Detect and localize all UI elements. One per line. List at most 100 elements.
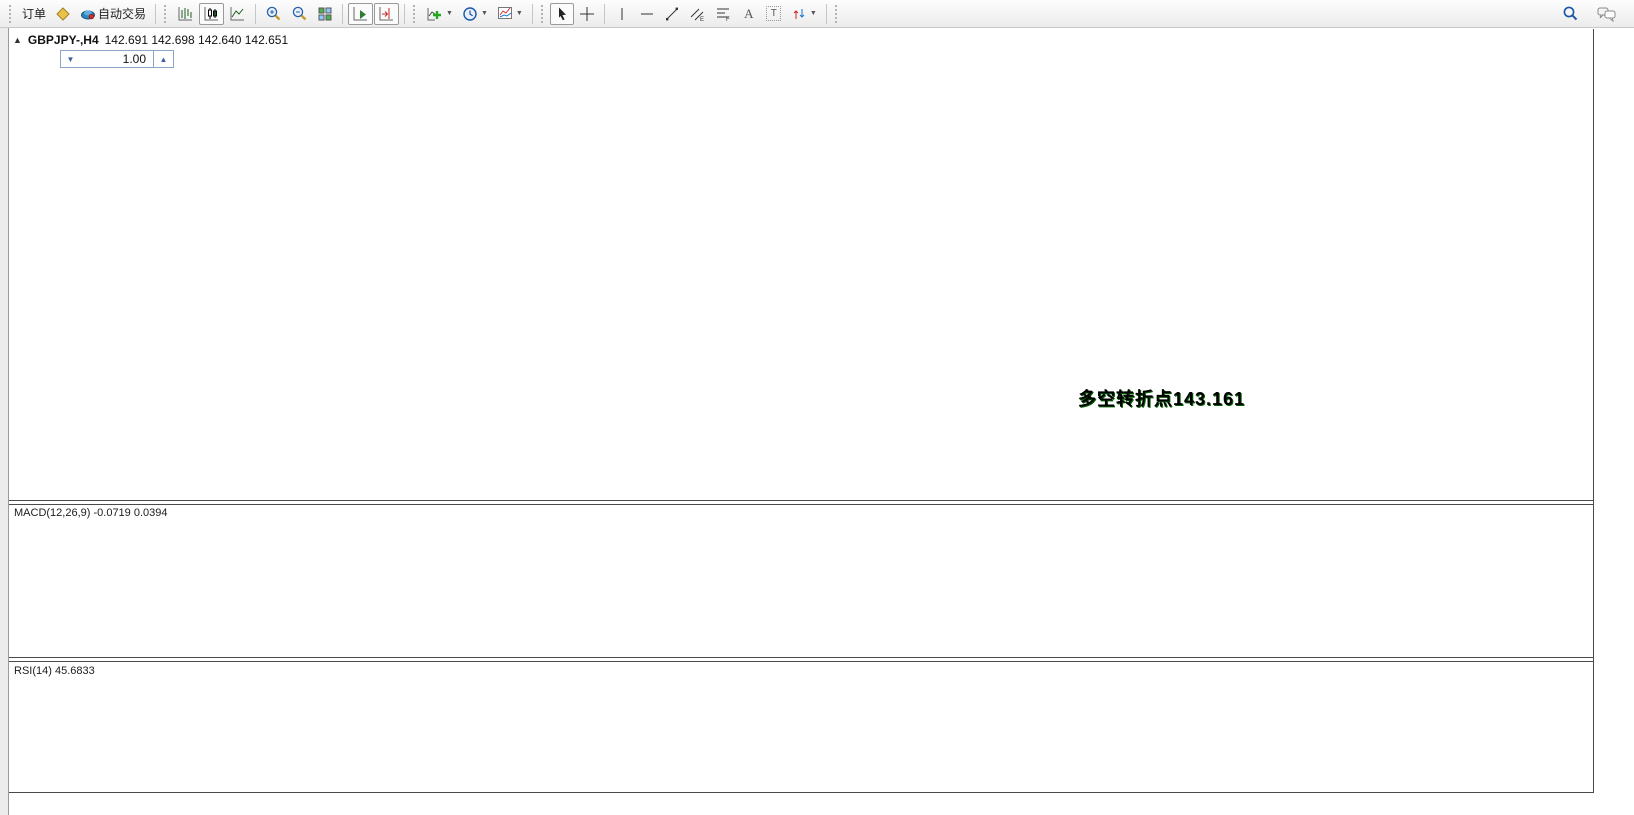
tile-windows-button[interactable] (313, 3, 337, 25)
sell-price-big: 65 (41, 77, 71, 102)
macd-indicator-label: MACD(12,26,9) -0.0719 0.0394 (14, 507, 168, 519)
crosshair-button[interactable] (575, 3, 599, 25)
template-icon (497, 6, 513, 21)
sell-price-display[interactable]: 142 65 1 (10, 72, 117, 102)
arrows-icon (791, 6, 807, 22)
macd-title: MACD(12,26,9) (14, 507, 90, 519)
buy-price-big: 71 (153, 77, 183, 102)
chart-annotation-text[interactable]: 多空转折点143.161 (1078, 385, 1245, 411)
time-axis-border (9, 792, 1594, 793)
arrows-button[interactable]: ▼ (787, 3, 821, 25)
bar-chart-button[interactable] (173, 3, 198, 25)
toolbar-grip[interactable] (541, 5, 546, 23)
pane-separator[interactable] (9, 504, 1594, 505)
sell-price-sup: 1 (71, 78, 78, 93)
pane-separator[interactable] (9, 657, 1594, 658)
chevron-down-icon: ▼ (810, 10, 817, 17)
ohlc-values: 142.691 142.698 142.640 142.651 (105, 33, 289, 47)
volume-input[interactable]: 1.00 (80, 50, 154, 68)
chart-shift-button[interactable] (374, 3, 399, 25)
toolbar-right-group (1558, 3, 1628, 25)
buy-price-display[interactable]: 142 71 0 (122, 72, 229, 102)
templates-button[interactable]: ▼ (493, 3, 527, 25)
buy-price-sup: 0 (183, 78, 190, 93)
autotrading-label: 自动交易 (98, 5, 146, 22)
chevron-down-icon: ▼ (446, 10, 453, 17)
trendline-button[interactable] (660, 3, 684, 25)
trade-panel-collapse-arrow[interactable]: ▲ (13, 35, 22, 45)
fibonacci-icon: F (715, 6, 732, 22)
chart-shift-icon (378, 6, 395, 22)
order-button-label: 订单 (22, 5, 46, 22)
order-button[interactable]: 订单 (18, 3, 50, 25)
chart-header: ▲ GBPJPY-,H4 142.691 142.698 142.640 142… (13, 33, 288, 47)
vertical-line-icon (615, 6, 629, 22)
equidistant-channel-button[interactable]: E (685, 3, 710, 25)
line-chart-icon (229, 6, 246, 22)
tile-windows-icon (317, 6, 333, 22)
rsi-pane-canvas[interactable] (10, 662, 1593, 792)
zoom-in-icon (265, 5, 282, 22)
macd-pane-canvas[interactable] (10, 505, 1593, 656)
buy-button[interactable]: BUY (178, 50, 222, 68)
candlestick-chart-button[interactable] (199, 3, 224, 25)
auto-scroll-button[interactable] (348, 3, 373, 25)
toolbar-grip[interactable] (164, 5, 169, 23)
toolbar-grip[interactable] (413, 5, 418, 23)
volume-increase-button[interactable]: ▲ (153, 50, 174, 68)
line-chart-button[interactable] (225, 3, 250, 25)
main-chart-canvas[interactable] (10, 29, 1593, 500)
toolbar-separator (155, 4, 156, 24)
auto-scroll-icon (352, 6, 369, 22)
toolbar-grip[interactable] (9, 5, 14, 23)
trendline-icon (664, 6, 680, 22)
rsi-title: RSI(14) (14, 665, 52, 677)
autotrading-button[interactable]: 自动交易 (76, 3, 150, 25)
metaeditor-icon[interactable] (51, 3, 75, 25)
bar-chart-icon (177, 6, 194, 22)
zoom-out-icon (291, 5, 308, 22)
text-button[interactable]: A (737, 3, 761, 25)
pane-separator[interactable] (9, 661, 1594, 662)
add-indicator-icon (426, 6, 443, 22)
toolbar-separator (255, 4, 256, 24)
autotrading-hat-icon (80, 6, 96, 22)
periods-button[interactable]: ▼ (458, 3, 492, 25)
search-button[interactable] (1558, 3, 1583, 25)
sell-price-small: 142 (19, 85, 41, 102)
toolbar-separator (404, 4, 405, 24)
chevron-down-icon: ▼ (516, 10, 523, 17)
cursor-arrow-icon (554, 6, 570, 22)
vertical-line-button[interactable] (610, 3, 634, 25)
text-label-button[interactable]: T (762, 3, 786, 25)
search-icon (1562, 5, 1579, 22)
text-a-icon: A (744, 6, 753, 22)
zoom-in-button[interactable] (261, 3, 286, 25)
svg-text:F: F (726, 17, 730, 22)
toolbar-grip[interactable] (835, 5, 840, 23)
candlestick-chart-icon (203, 6, 220, 22)
macd-main-value: -0.0719 (93, 507, 130, 519)
gold-diamond-icon (55, 6, 71, 22)
price-axis-line (1593, 29, 1594, 792)
symbol-period-label: GBPJPY-,H4 (28, 33, 99, 47)
window-left-edge (0, 28, 9, 815)
chat-button[interactable] (1593, 3, 1620, 25)
horizontal-line-button[interactable] (635, 3, 659, 25)
pane-separator[interactable] (9, 500, 1594, 501)
crosshair-icon (579, 6, 595, 22)
buy-price-small: 142 (131, 85, 153, 102)
chevron-down-icon: ▼ (481, 10, 488, 17)
volume-decrease-button[interactable]: ▼ (60, 50, 81, 68)
svg-text:E: E (700, 17, 704, 22)
fibonacci-button[interactable]: F (711, 3, 736, 25)
sell-button[interactable]: SELL (10, 50, 54, 68)
cursor-button[interactable] (550, 3, 574, 25)
triangle-up-icon: ▲ (160, 55, 168, 64)
zoom-out-button[interactable] (287, 3, 312, 25)
indicators-button[interactable]: ▼ (422, 3, 457, 25)
rsi-value: 45.6833 (55, 665, 95, 677)
triangle-down-icon: ▼ (67, 55, 75, 64)
toolbar: 订单 自动交易 ▼ ▼ ▼ (0, 0, 1634, 28)
highlight-rectangle[interactable] (1293, 379, 1407, 393)
